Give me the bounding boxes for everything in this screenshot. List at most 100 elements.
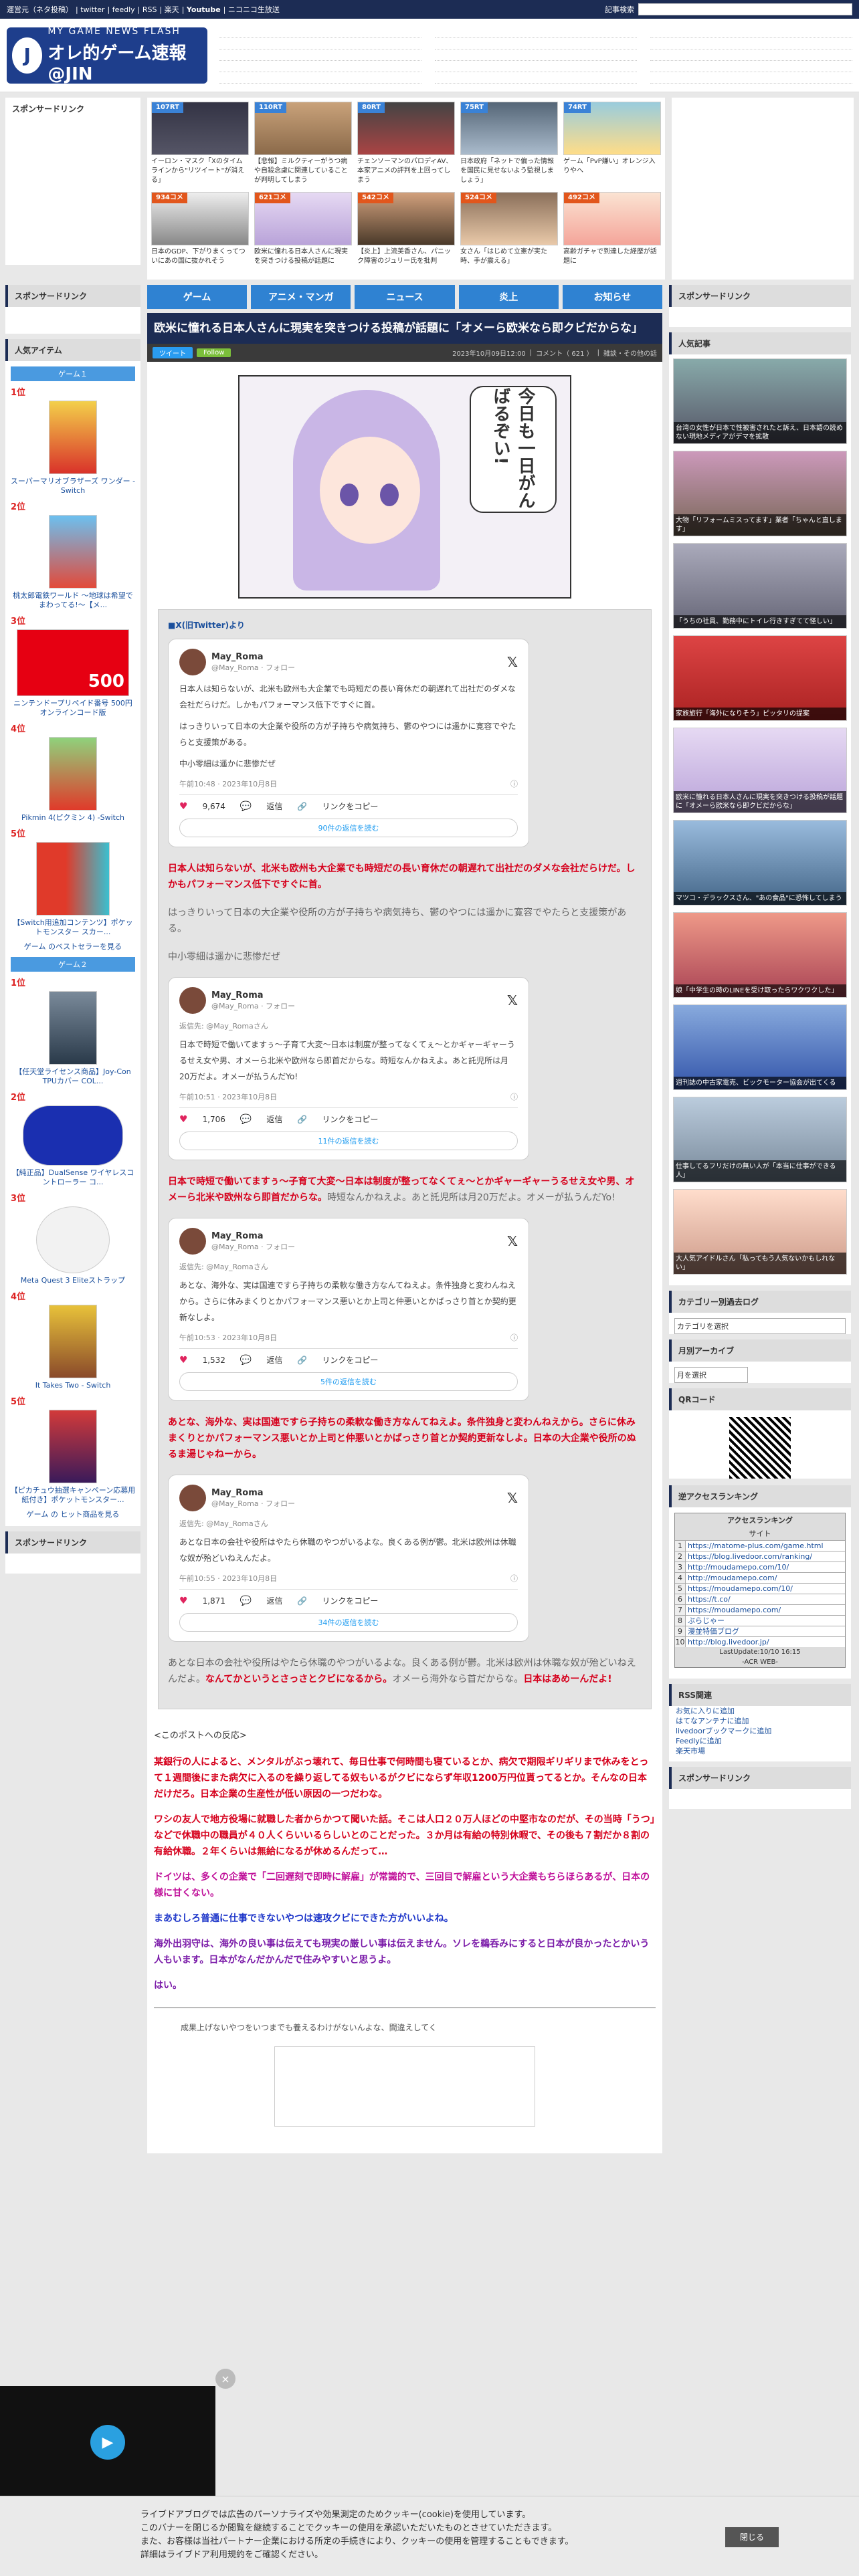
thumb-item[interactable]: 542コメ 【炎上】上流美香さん、パニック障害のジュリー氏を批判 (357, 192, 455, 276)
product-item[interactable]: 1位 スーパーマリオブラザーズ ワンダー -Switch (5, 385, 140, 496)
rss-link[interactable]: Feedlyに追加 (676, 1736, 851, 1746)
nav-enjo[interactable]: 炎上 (458, 285, 559, 309)
info-icon[interactable]: ⓘ (510, 1332, 518, 1343)
x-logo-icon[interactable]: 𝕏 (507, 1233, 518, 1249)
popular-article[interactable]: 仕事してるフリだけの無い人が「本当に仕事ができる人」 (673, 1097, 847, 1182)
popular-article[interactable]: 週刊誌の中古家電売、ビックモーター協会が出てくる (673, 1004, 847, 1090)
nav-info[interactable]: お知らせ (562, 285, 663, 309)
avatar[interactable] (179, 987, 206, 1014)
top-link[interactable]: RSS (142, 5, 157, 14)
link-icon[interactable]: 🔗 (297, 802, 307, 811)
product-image[interactable] (49, 991, 97, 1065)
link-icon[interactable]: 🔗 (297, 1596, 307, 1606)
thumb-item[interactable]: 934コメ 日本のGDP、下がりまくってついにあの国に抜かれそう (151, 192, 249, 276)
ranking-row[interactable]: 5 https://moudamepo.com/10/ (675, 1583, 845, 1594)
top-link[interactable]: 運営元（ネタ投稿） (7, 5, 73, 14)
site-logo[interactable]: J MY GAME NEWS FLASH オレ的ゲーム速報@JIN (7, 26, 207, 84)
product-item[interactable]: 4位 Pikmin 4(ピクミン 4) -Switch (5, 722, 140, 823)
product-image[interactable] (49, 401, 97, 474)
tweet-card[interactable]: May_Roma @May_Roma · フォロー 𝕏 日本人は知らないが、北米も欧… (168, 639, 529, 847)
product-image[interactable] (49, 737, 97, 811)
category-link[interactable]: 雑談・その他の話 (603, 348, 657, 358)
rss-link[interactable]: livedoorブックマークに追加 (676, 1726, 851, 1736)
thumb-item[interactable]: 621コメ 欧米に憧れる日本人さんに現実を突きつける投稿が話題に (254, 192, 352, 276)
tweet-card[interactable]: May_Roma @May_Roma · フォロー 𝕏 返信先: @May_Roma… (168, 1218, 529, 1401)
read-replies-button[interactable]: 34件の返信を読む (179, 1613, 518, 1632)
rss-link[interactable]: お気に入りに追加 (676, 1706, 851, 1716)
popular-article[interactable]: 「うちの社員、勤務中にトイレ行きすぎてて怪しい」 (673, 543, 847, 629)
tweet-author[interactable]: May_Roma (211, 652, 295, 662)
search-input[interactable] (638, 3, 852, 15)
top-link[interactable]: twitter (80, 5, 104, 14)
heart-icon[interactable]: ♥ (179, 801, 188, 812)
tweet-time[interactable]: 午前10:53 · 2023年10月8日 (179, 1332, 277, 1343)
x-logo-icon[interactable]: 𝕏 (507, 654, 518, 670)
product-image[interactable] (36, 842, 110, 916)
heart-icon[interactable]: ♥ (179, 1596, 188, 1606)
read-replies-button[interactable]: 90件の返信を読む (179, 819, 518, 837)
popular-article[interactable]: 大物「リフォームミスってます」業者「ちゃんと直します」 (673, 451, 847, 536)
thumb-item[interactable]: 110RT 【悲報】ミルクティーがうつ病や自殺念慮に関連していることが判明してしま… (254, 102, 352, 185)
product-item[interactable]: 4位 It Takes Two - Switch (5, 1289, 140, 1390)
rss-link[interactable]: はてなアンテナに追加 (676, 1716, 851, 1726)
hit-items-link[interactable]: ゲーム の ヒット商品を見る (5, 1510, 140, 1519)
product-image[interactable] (36, 1206, 110, 1273)
avatar[interactable] (179, 649, 206, 675)
reply-icon[interactable]: 💬 (240, 1596, 252, 1606)
top-link[interactable]: Youtube (187, 5, 221, 14)
ranking-row[interactable]: 6 https://t.co/ (675, 1594, 845, 1604)
ranking-row[interactable]: 10 http://blog.livedoor.jp/ (675, 1636, 845, 1647)
close-video-button[interactable]: × (215, 2369, 235, 2389)
ranking-row[interactable]: 1 https://matome-plus.com/game.html (675, 1540, 845, 1551)
x-logo-icon[interactable]: 𝕏 (507, 1490, 518, 1506)
ranking-row[interactable]: 3 http://moudamepo.com/10/ (675, 1562, 845, 1572)
read-replies-button[interactable]: 5件の返信を読む (179, 1372, 518, 1391)
popular-article[interactable]: 家族旅行「海外になりそう」ピッタリの提案 (673, 635, 847, 721)
thumb-item[interactable]: 524コメ 女さん「はじめて立憲が実た時、手が震える」 (460, 192, 558, 276)
reply-icon[interactable]: 💬 (240, 1114, 252, 1125)
product-image[interactable]: 500 (17, 629, 129, 696)
comment-count[interactable]: コメント（ 621 ） (536, 348, 593, 358)
link-icon[interactable]: 🔗 (297, 1115, 307, 1124)
product-item[interactable]: 5位 【ピカチュウ抽選キャンペーン応募用紙付き】ポケットモンスター... (5, 1394, 140, 1505)
product-item[interactable]: 3位 500 ニンテンドープリペイド番号 500円 オンラインコード版 (5, 614, 140, 718)
reply-icon[interactable]: 💬 (240, 1355, 252, 1366)
month-select[interactable]: 月を選択 (674, 1367, 748, 1383)
top-link[interactable]: 楽天 (165, 5, 179, 14)
info-icon[interactable]: ⓘ (510, 1091, 518, 1102)
product-image[interactable] (49, 1410, 97, 1483)
rss-link[interactable]: 楽天市場 (676, 1746, 851, 1756)
product-item[interactable]: 2位 【純正品】DualSense ワイヤレスコントローラー コ... (5, 1090, 140, 1187)
thumb-item[interactable]: 492コメ 高齢ガチャで到達した経歴が話題に (563, 192, 661, 276)
top-link[interactable]: ニコニコ生放送 (228, 5, 280, 14)
avatar[interactable] (179, 1228, 206, 1255)
video-player[interactable]: × ▶ (0, 2369, 235, 2496)
ranking-row[interactable]: 9 漫並特価ブログ (675, 1626, 845, 1636)
thumb-item[interactable]: 74RT ゲーム「PvP嫌い」オレンジ入りやへ (563, 102, 661, 185)
product-image[interactable] (49, 1305, 97, 1378)
product-item[interactable]: 5位 【Switch用追加コンテンツ】ポケットモンスター スカー... (5, 827, 140, 937)
top-link[interactable]: feedly (112, 5, 135, 14)
nav-game[interactable]: ゲーム (147, 285, 248, 309)
avatar[interactable] (179, 1485, 206, 1511)
ranking-row[interactable]: 4 http://moudamepo.com/ (675, 1572, 845, 1583)
cookie-close-button[interactable]: 閉じる (725, 2527, 779, 2547)
ranking-row[interactable]: 8 ぶらじゃー (675, 1615, 845, 1626)
popular-article[interactable]: 娘「中学生の時のLINEを受け取ったらワクワクした」 (673, 912, 847, 998)
reply-icon[interactable]: 💬 (240, 801, 252, 812)
play-icon[interactable]: ▶ (90, 2425, 125, 2460)
category-select[interactable]: カテゴリを選択 (674, 1318, 846, 1334)
heart-icon[interactable]: ♥ (179, 1114, 188, 1125)
tweet-button[interactable]: ツイート (153, 347, 193, 358)
nav-news[interactable]: ニュース (355, 285, 455, 309)
popular-article[interactable]: マツコ・デラックスさん、"あの食品"に恐怖してしまう (673, 820, 847, 905)
heart-icon[interactable]: ♥ (179, 1355, 188, 1366)
ranking-row[interactable]: 2 https://blog.livedoor.com/ranking/ (675, 1551, 845, 1562)
tweet-time[interactable]: 午前10:55 · 2023年10月8日 (179, 1573, 277, 1584)
tweet-author[interactable]: May_Roma (211, 1488, 295, 1498)
product-image[interactable] (49, 515, 97, 588)
tweet-author[interactable]: May_Roma (211, 1231, 295, 1241)
thumb-item[interactable]: 75RT 日本政府「ネットで偏った情報を国民に見せないよう監視しましょう」 (460, 102, 558, 185)
x-logo-icon[interactable]: 𝕏 (507, 992, 518, 1008)
nav-anime[interactable]: アニメ・マンガ (251, 285, 351, 309)
